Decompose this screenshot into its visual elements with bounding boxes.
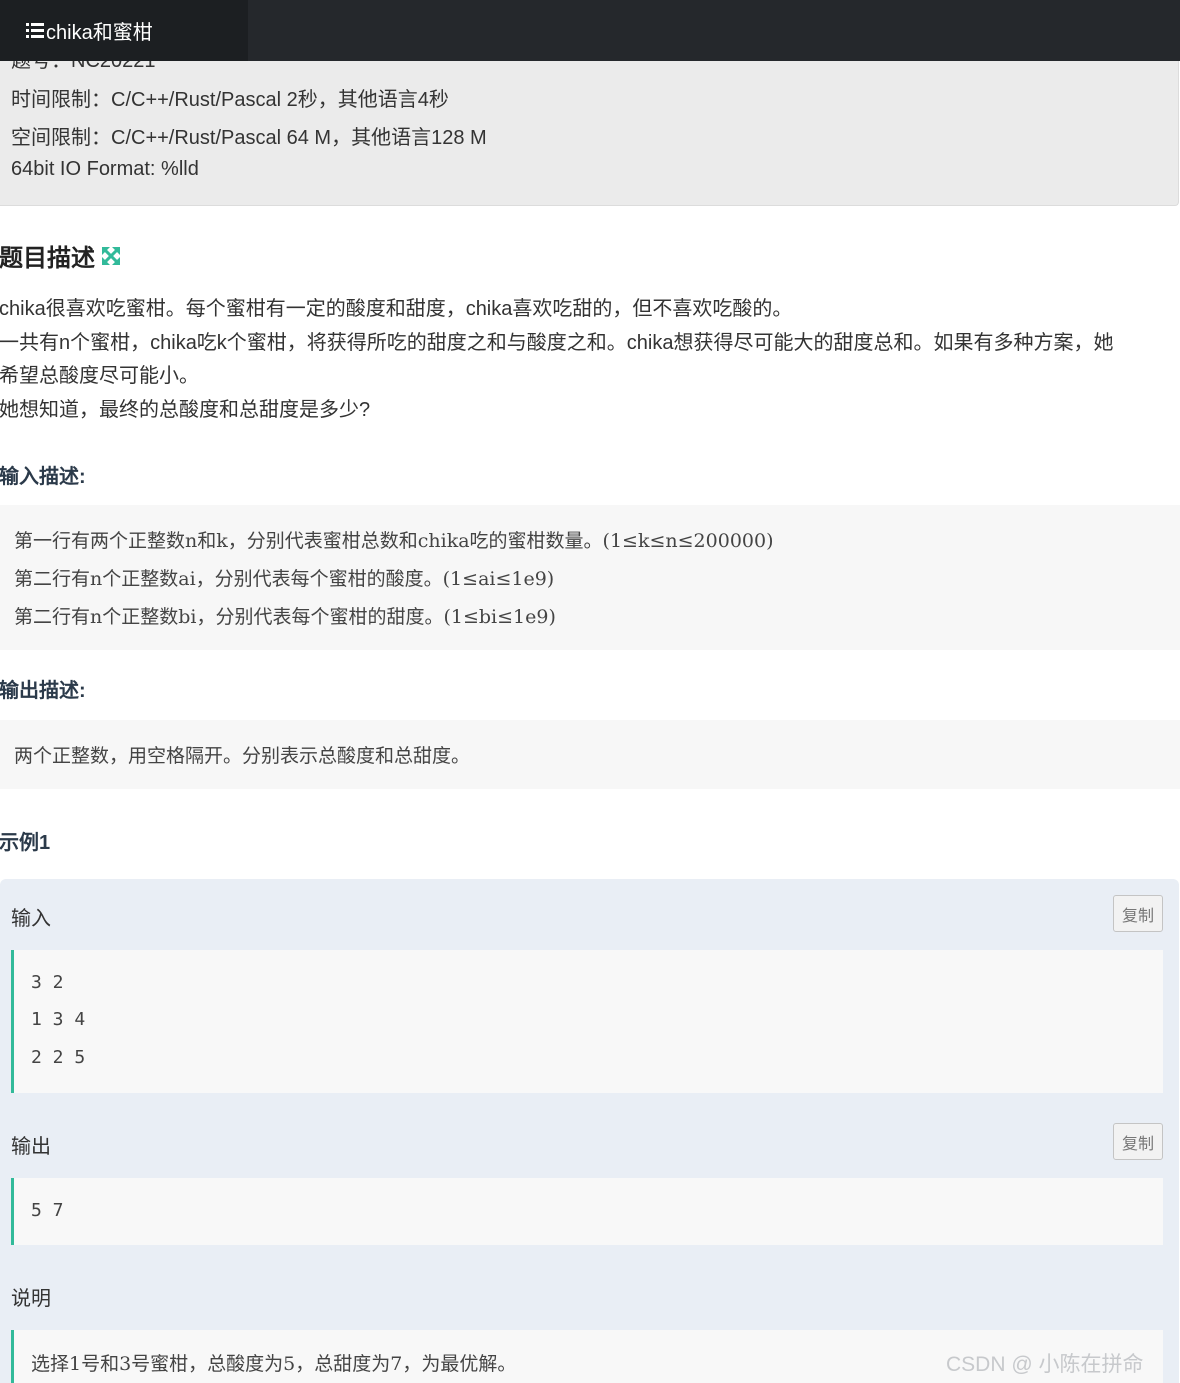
output-description-heading: 输出描述:: [0, 680, 86, 702]
example-note-label: 说明: [11, 1288, 51, 1310]
expand-icon[interactable]: [101, 246, 121, 266]
example-input-label: 输入: [11, 908, 51, 930]
code-line: 3 2: [31, 972, 64, 993]
watermark: CSDN @ 小陈在拼命: [946, 1353, 1144, 1376]
description-heading: 题目描述: [0, 238, 121, 273]
output-description-box: 两个正整数，用空格隔开。分别表示总酸度和总甜度。: [0, 720, 1180, 789]
copy-output-button[interactable]: 复制: [1113, 1123, 1163, 1160]
code-line: 5 7: [31, 1200, 64, 1221]
description-line: 一共有n个蜜柑，chika吃k个蜜柑，将获得所吃的甜度之和与酸度之和。chika…: [0, 332, 1114, 354]
example-output-code[interactable]: 5 7: [11, 1178, 1163, 1245]
example-panel: 输入 复制 3 2 1 3 4 2 2 5 输出 复制 5 7 说明 选择1号和…: [0, 879, 1179, 1383]
top-bar: chika和蜜柑: [0, 0, 1180, 61]
description-line: 希望总酸度尽可能小。: [0, 365, 199, 387]
io-format: 64bit IO Format: %lld: [11, 158, 199, 180]
output-description-line: 两个正整数，用空格隔开。分别表示总酸度和总甜度。: [14, 745, 471, 767]
code-line: 1 3 4: [31, 1009, 86, 1030]
code-line: 2 2 5: [31, 1047, 86, 1068]
copy-input-button[interactable]: 复制: [1113, 895, 1163, 932]
input-description-heading: 输入描述:: [0, 466, 86, 488]
time-limit: 时间限制：C/C++/Rust/Pascal 2秒，其他语言4秒: [11, 89, 449, 111]
description-heading-text: 题目描述: [0, 245, 95, 272]
space-limit: 空间限制：C/C++/Rust/Pascal 64 M，其他语言128 M: [11, 127, 487, 149]
list-icon: [26, 22, 44, 39]
problem-title: chika和蜜柑: [46, 22, 153, 44]
example-heading: 示例1: [0, 832, 51, 854]
note-line: 选择1号和3号蜜柑，总酸度为5，总甜度为7，为最优解。: [31, 1353, 517, 1375]
input-description-line: 第二行有n个正整数bi，分别代表每个蜜柑的甜度。(1≤bi≤1e9): [14, 606, 556, 628]
description-line: chika很喜欢吃蜜柑。每个蜜柑有一定的酸度和甜度，chika喜欢吃甜的，但不喜…: [0, 298, 793, 320]
input-description-box: 第一行有两个正整数n和k，分别代表蜜柑总数和chika吃的蜜柑数量。(1≤k≤n…: [0, 505, 1180, 650]
example-input-code[interactable]: 3 2 1 3 4 2 2 5: [11, 950, 1163, 1093]
input-description-line: 第一行有两个正整数n和k，分别代表蜜柑总数和chika吃的蜜柑数量。(1≤k≤n…: [14, 530, 774, 552]
description-line: 她想知道，最终的总酸度和总甜度是多少?: [0, 399, 371, 421]
problem-title-tab[interactable]: chika和蜜柑: [0, 0, 248, 61]
input-description-line: 第二行有n个正整数ai，分别代表每个蜜柑的酸度。(1≤ai≤1e9): [14, 568, 555, 590]
example-output-label: 输出: [11, 1136, 51, 1158]
